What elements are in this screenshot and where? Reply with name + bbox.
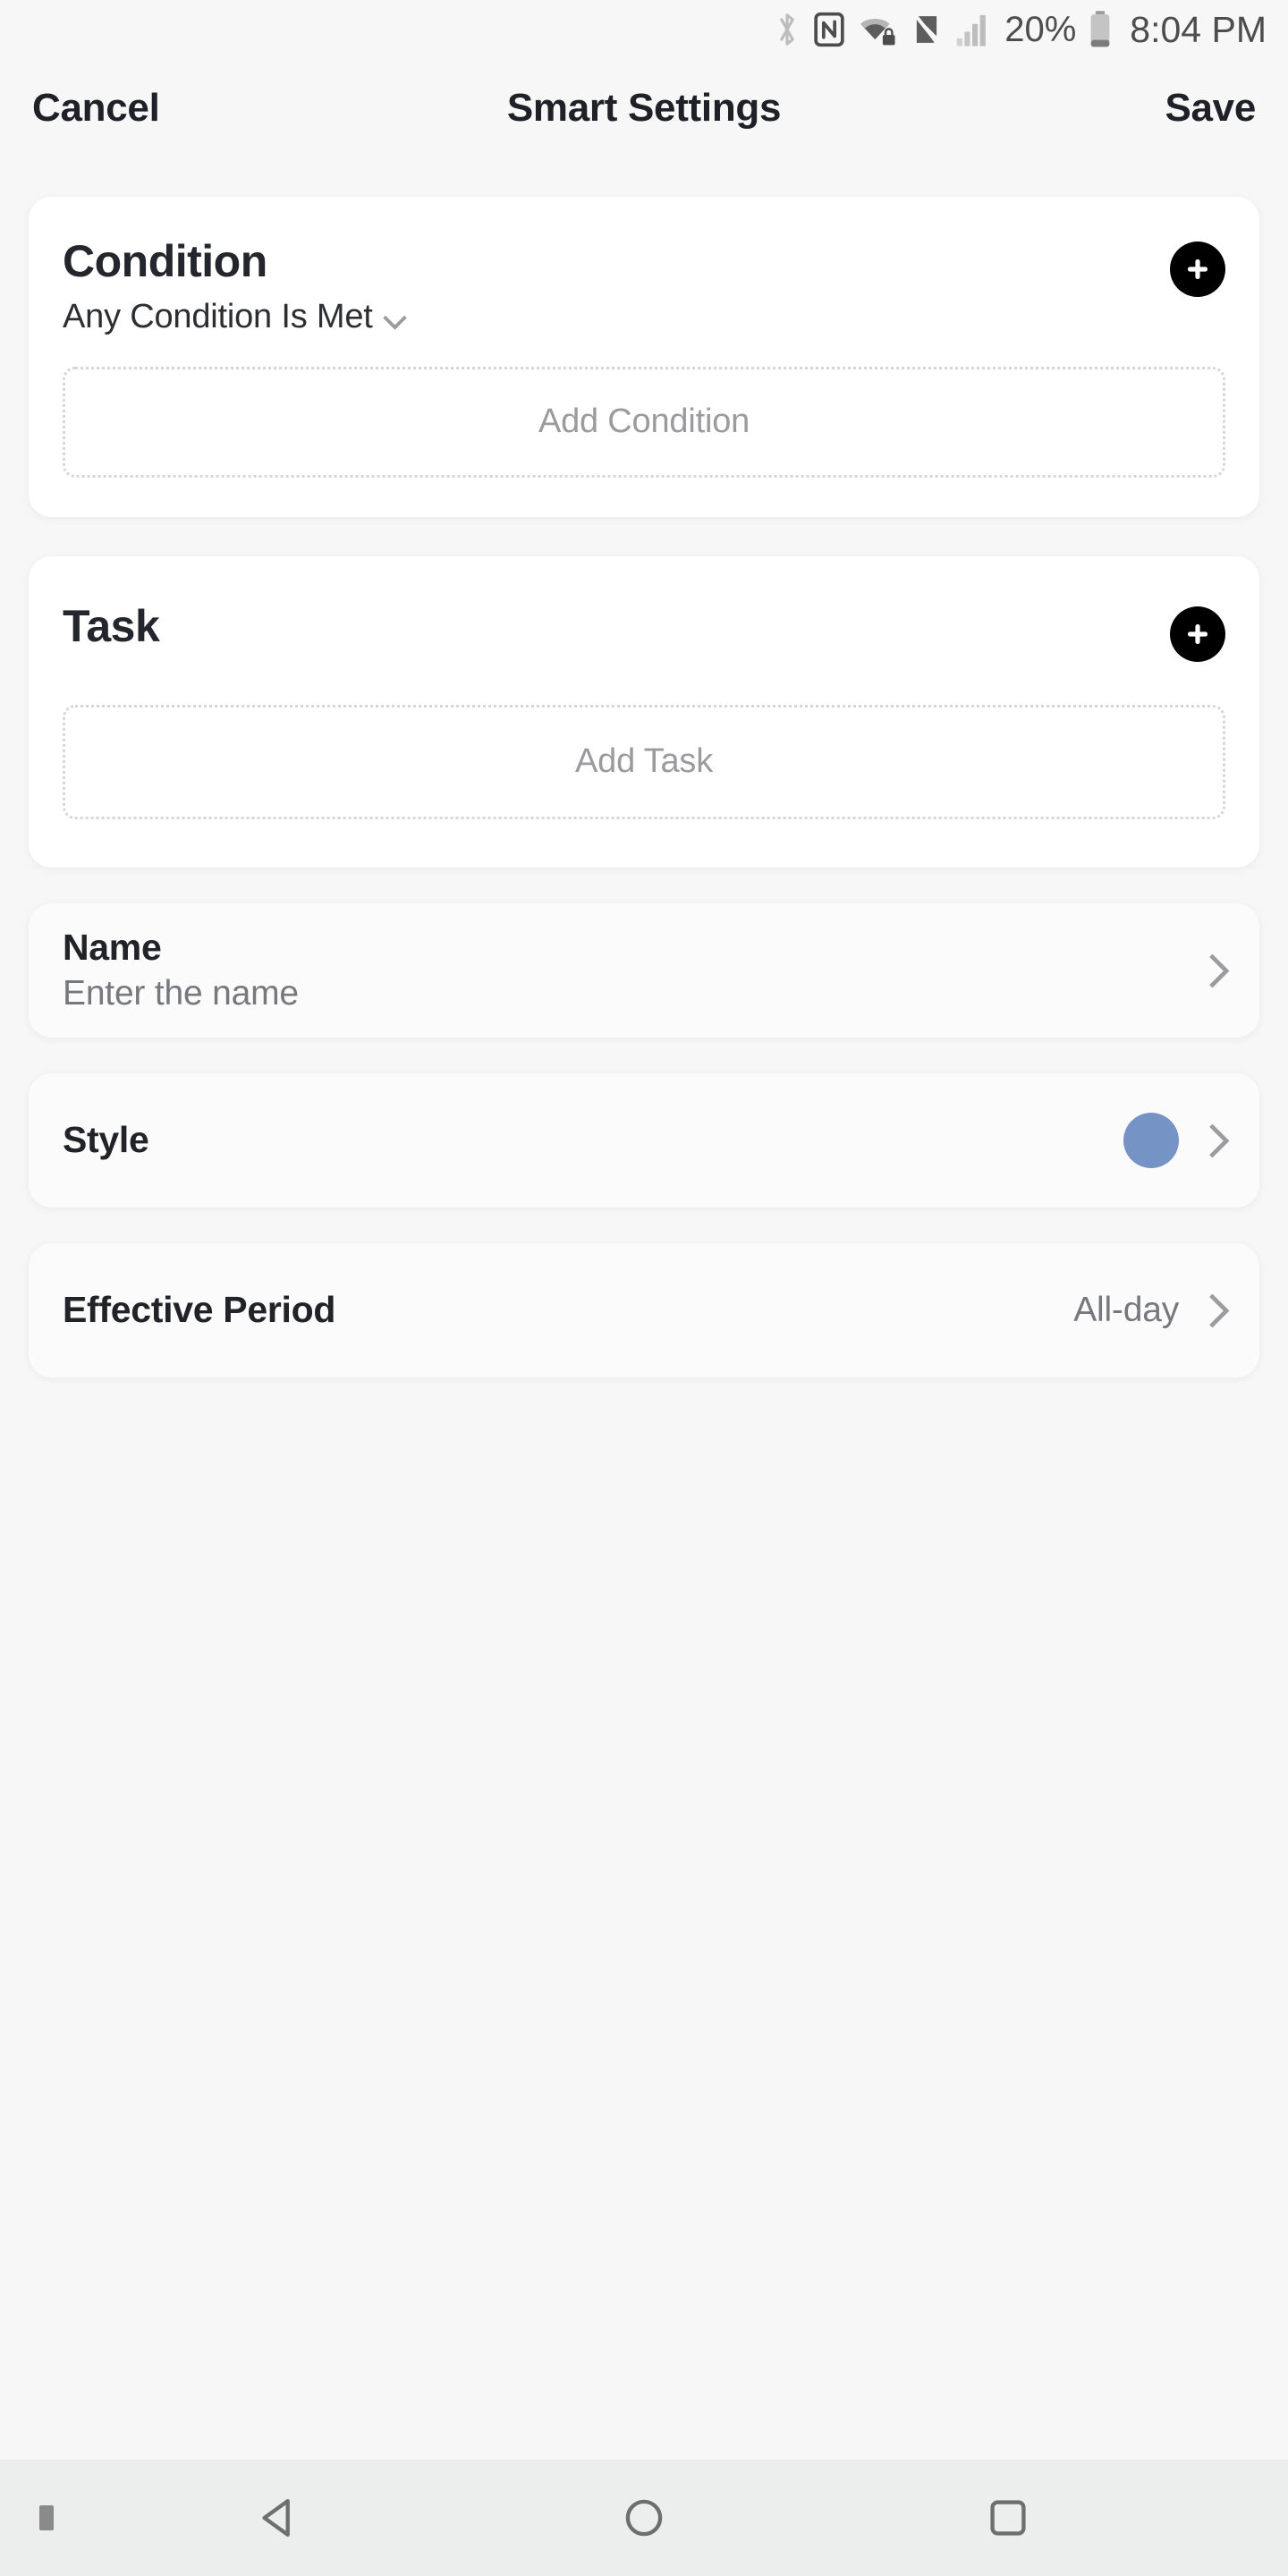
plus-icon (1188, 623, 1208, 644)
signal-bars-icon (954, 11, 990, 48)
effective-period-value: All-day (1073, 1290, 1179, 1329)
nav-indicator-dot (39, 2505, 54, 2530)
settings-content: Condition Any Condition Is Met Add Condi… (0, 157, 1288, 2460)
style-row-trailing (1123, 1112, 1225, 1168)
condition-mode-label: Any Condition Is Met (63, 297, 373, 335)
status-bar-clock: 8:04 PM (1130, 8, 1267, 50)
status-bar: 20% 8:04 PM (0, 0, 1288, 59)
name-row-placeholder: Enter the name (63, 973, 299, 1013)
page-title: Smart Settings (506, 86, 782, 130)
effective-period-row-trailing: All-day (1073, 1290, 1225, 1331)
chevron-right-icon (1199, 1290, 1225, 1331)
condition-title: Condition (63, 236, 267, 286)
add-condition-button[interactable] (1170, 242, 1225, 297)
style-row-title: Style (63, 1118, 149, 1160)
task-header: Task (63, 600, 1225, 662)
nfc-icon (813, 11, 845, 48)
condition-header: Condition Any Condition Is Met (63, 238, 1225, 336)
wifi-lock-icon (858, 11, 899, 48)
effective-period-row-text: Effective Period (63, 1289, 335, 1331)
home-circle-icon (625, 2499, 663, 2537)
task-card: Task Add Task (29, 555, 1259, 868)
nav-back-button[interactable] (231, 2469, 329, 2567)
style-color-swatch[interactable] (1123, 1112, 1179, 1168)
add-condition-label: Add Condition (538, 402, 750, 440)
chevron-right-icon (1199, 1120, 1225, 1161)
chevron-right-icon (1199, 950, 1225, 991)
condition-mode-selector[interactable]: Any Condition Is Met (63, 298, 407, 336)
nav-home-button[interactable] (595, 2469, 693, 2567)
add-task-label: Add Task (574, 742, 714, 780)
battery-percent-label: 20% (1004, 9, 1077, 49)
effective-period-row[interactable]: Effective Period All-day (29, 1242, 1259, 1377)
recents-square-icon (990, 2500, 1026, 2536)
mute-icon (911, 11, 942, 48)
name-row-trailing (1199, 950, 1225, 991)
plus-icon (1188, 259, 1208, 279)
app-header: Cancel Smart Settings Save (0, 59, 1288, 157)
nav-buttons (0, 2469, 1288, 2567)
phone-screen: 20% 8:04 PM Cancel Smart Settings Save C… (0, 0, 1288, 2576)
condition-card: Condition Any Condition Is Met Add Condi… (29, 197, 1259, 517)
battery-icon (1089, 10, 1112, 49)
save-button[interactable]: Save (1165, 86, 1256, 131)
add-condition-dropzone[interactable]: Add Condition (63, 366, 1225, 478)
add-task-button[interactable] (1170, 606, 1225, 662)
effective-period-row-title: Effective Period (63, 1288, 336, 1330)
cancel-button[interactable]: Cancel (32, 86, 160, 131)
name-row-title: Name (63, 926, 162, 968)
system-navigation-bar (0, 2460, 1288, 2576)
name-row-text: Name Enter the name (63, 927, 299, 1014)
nav-recents-button[interactable] (959, 2469, 1057, 2567)
name-row[interactable]: Name Enter the name (29, 902, 1259, 1038)
task-title: Task (63, 600, 160, 651)
style-row-text: Style (63, 1119, 149, 1161)
style-row[interactable]: Style (29, 1072, 1259, 1208)
bluetooth-icon (774, 11, 801, 48)
add-task-dropzone[interactable]: Add Task (63, 704, 1225, 819)
back-triangle-icon (262, 2498, 291, 2538)
chevron-down-icon (384, 308, 407, 331)
